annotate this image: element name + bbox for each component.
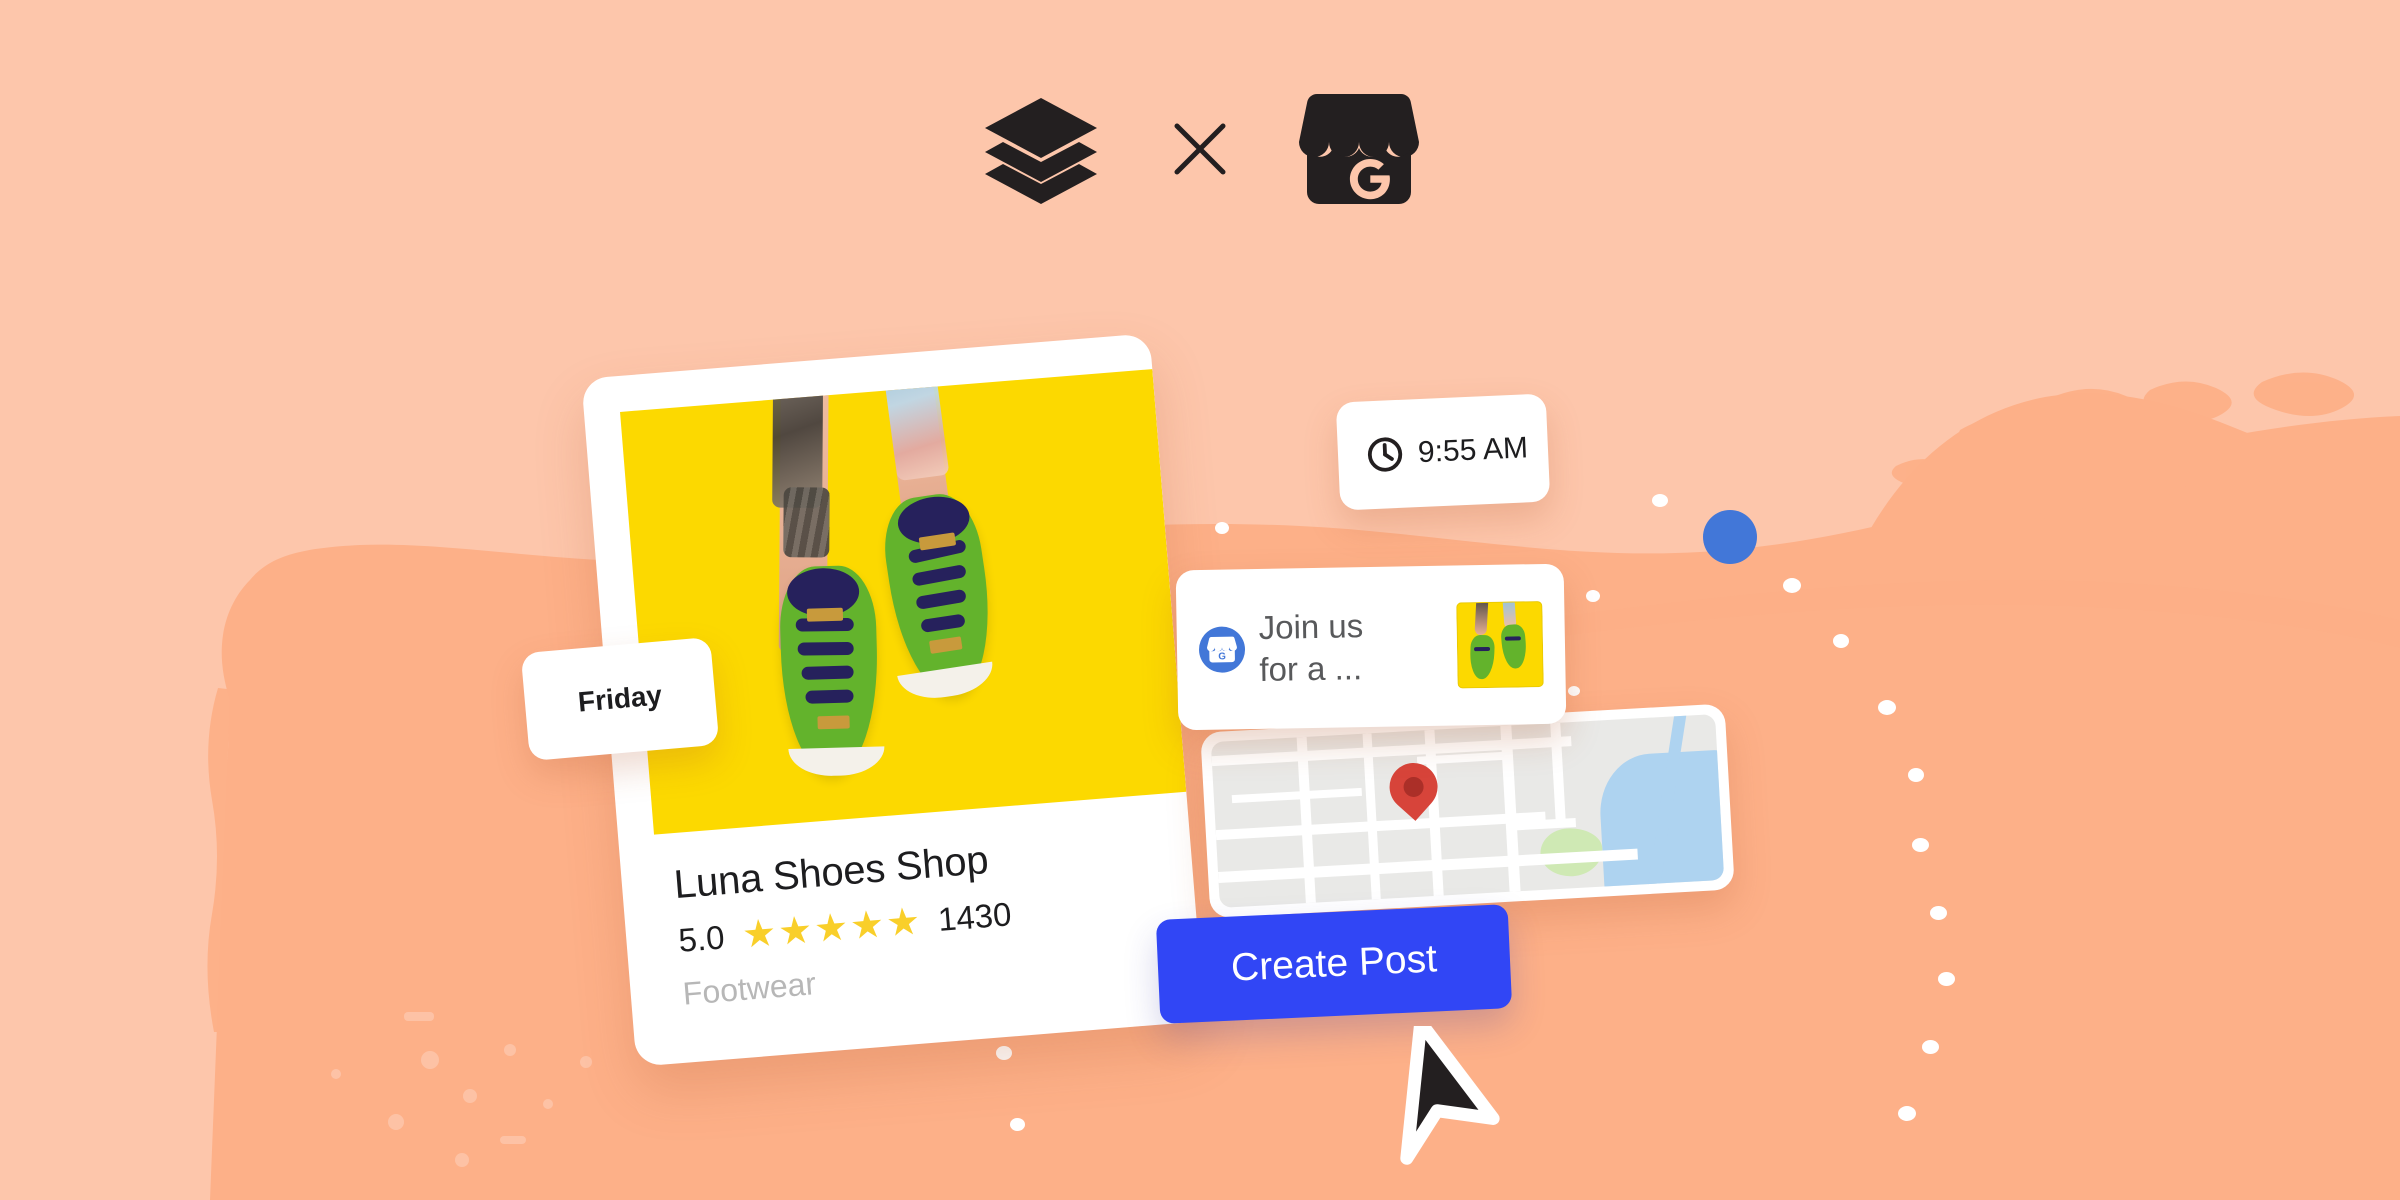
scheduled-day-chip[interactable]: Friday: [520, 636, 720, 762]
decorative-dot: [1568, 686, 1580, 696]
scheduled-time-label: 9:55 AM: [1417, 431, 1529, 470]
photo-tattoo: [880, 369, 950, 482]
star-icon: ★: [848, 903, 888, 949]
map-canvas: [1210, 714, 1725, 908]
map-card[interactable]: [1200, 703, 1735, 919]
business-info: Luna Shoes Shop 5.0 ★ ★ ★ ★ ★ 1430 Footw…: [619, 804, 1201, 1017]
clock-icon: [1365, 435, 1405, 475]
google-business-storefront-icon: G: [1198, 626, 1246, 673]
post-thumbnail: [1456, 601, 1544, 689]
post-caption-text: Join us for a ...: [1258, 606, 1364, 688]
scheduled-day-label: Friday: [576, 679, 664, 718]
photo-shoe-sole: [897, 661, 997, 704]
decorative-dot: [1908, 768, 1924, 782]
buffer-logo-icon: [981, 94, 1101, 204]
decorative-dot: [1586, 590, 1600, 602]
star-rating-icons: ★ ★ ★ ★ ★: [740, 900, 924, 957]
decorative-dot: [1833, 634, 1849, 648]
decorative-dot: [1215, 522, 1229, 534]
map-road: [1500, 725, 1521, 896]
decorative-dot: [1783, 578, 1801, 593]
review-count: 1430: [936, 895, 1013, 939]
photo-shoe-lace: [801, 665, 854, 680]
photo-shoe-sole: [788, 746, 886, 778]
photo-shoe-lace: [797, 641, 854, 656]
photo-shoe-logo-tab: [806, 607, 844, 622]
decorative-blue-circle: [1703, 510, 1757, 564]
star-icon: ★: [740, 912, 780, 957]
scheduled-time-chip[interactable]: 9:55 AM: [1335, 393, 1551, 511]
star-icon: ★: [884, 900, 924, 946]
business-cover-photo: [620, 369, 1187, 835]
create-post-button[interactable]: Create Post: [1155, 904, 1513, 1024]
decorative-dot: [1922, 1040, 1939, 1054]
illustration-canvas: Luna Shoes Shop 5.0 ★ ★ ★ ★ ★ 1430 Footw…: [0, 0, 2400, 1200]
decorative-dot: [1912, 838, 1929, 852]
decorative-dot: [1878, 700, 1896, 715]
decorative-dot: [1898, 1106, 1916, 1121]
decorative-dot: [1938, 972, 1955, 986]
map-road: [1215, 811, 1546, 841]
photo-shoe-lace: [805, 689, 854, 704]
separator-x-icon: [1171, 120, 1229, 178]
google-business-profile-logo-icon: [1299, 90, 1419, 208]
map-road: [1231, 787, 1362, 804]
decorative-dot: [1930, 906, 1947, 920]
svg-text:G: G: [1218, 651, 1226, 662]
star-icon: ★: [776, 909, 816, 954]
map-road: [1296, 736, 1317, 908]
post-preview-chip[interactable]: G Join us for a ...: [1175, 563, 1567, 731]
photo-shoe-logo-tab: [817, 715, 850, 730]
photo-tattoo: [783, 487, 830, 558]
logo-lockup: [0, 90, 2400, 208]
star-icon: ★: [812, 906, 852, 951]
decorative-dot: [996, 1046, 1012, 1060]
decorative-dot: [1652, 494, 1668, 507]
decorative-dot: [1010, 1118, 1025, 1131]
map-road: [1211, 736, 1572, 767]
photo-tattoo: [908, 369, 931, 381]
rating-value: 5.0: [677, 918, 726, 959]
